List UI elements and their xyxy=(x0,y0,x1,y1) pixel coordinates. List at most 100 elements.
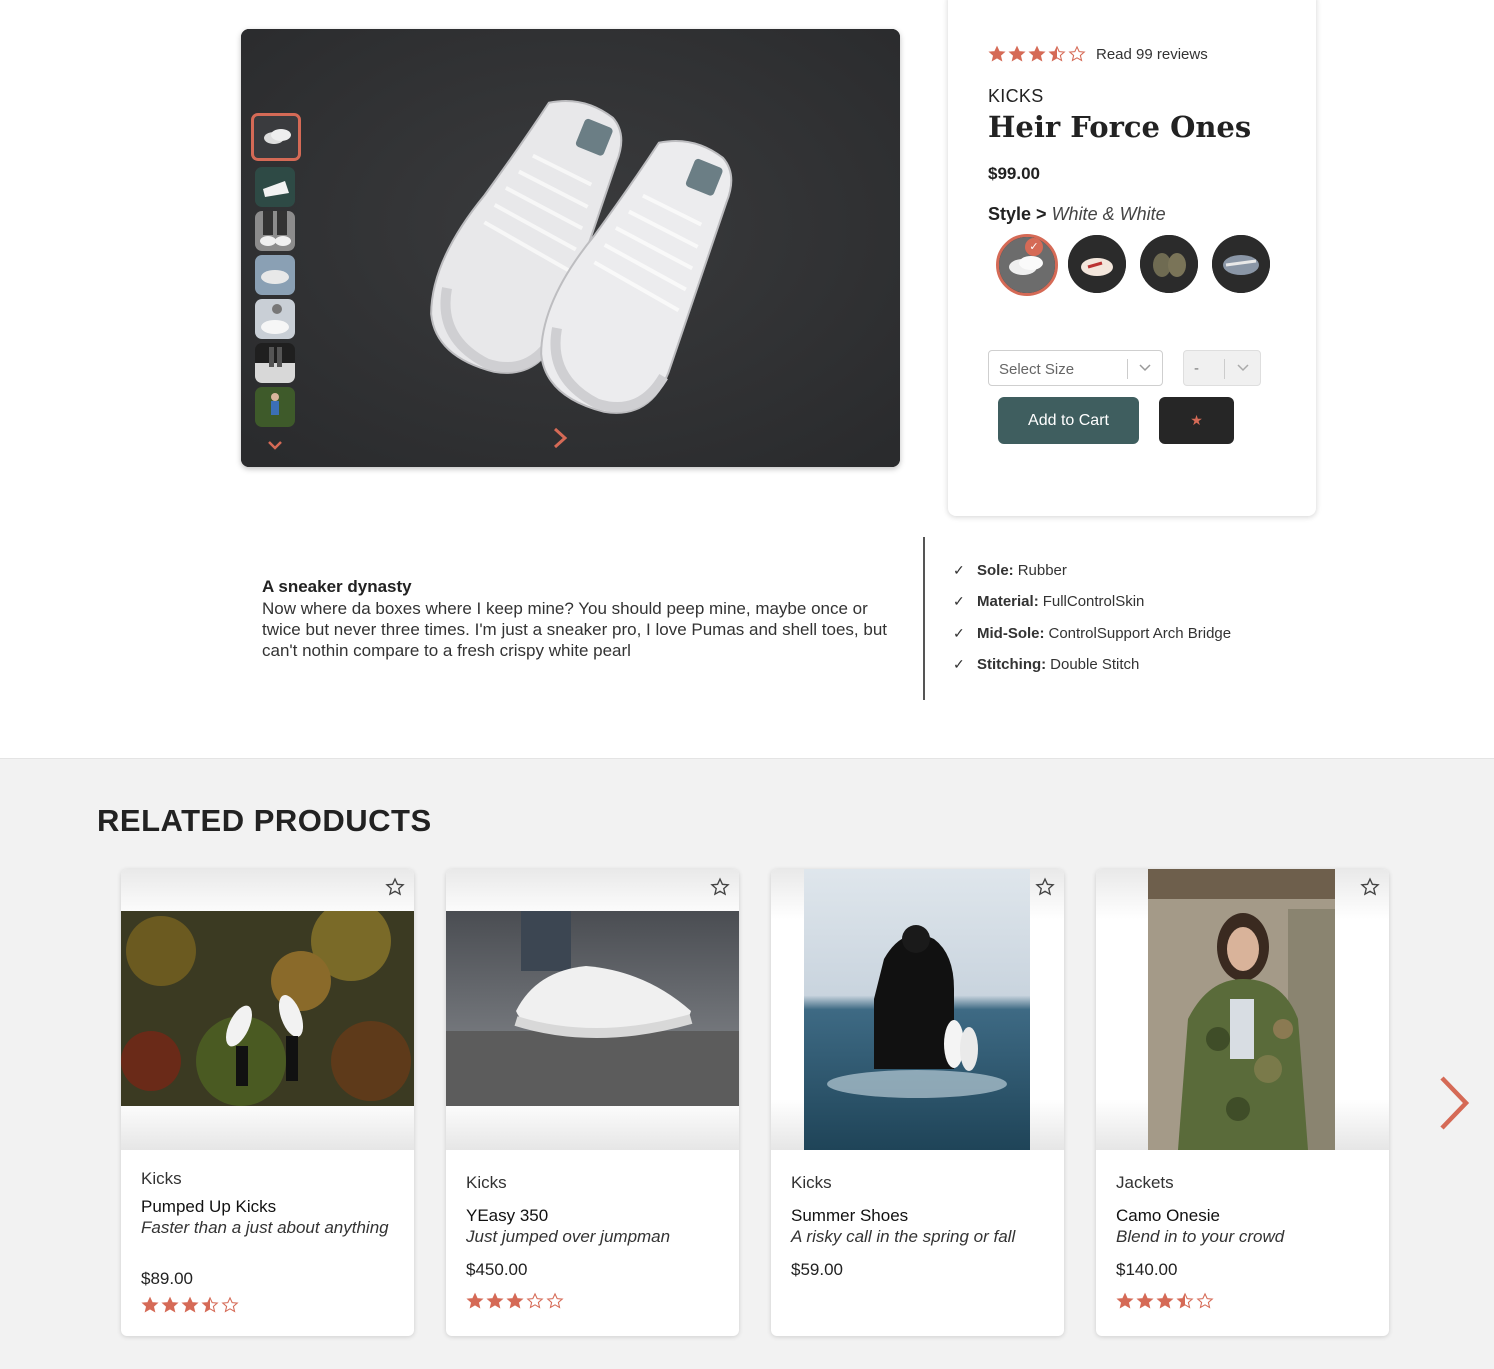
carousel-next-arrow-icon[interactable] xyxy=(1436,1074,1472,1132)
checkmark-icon: ✓ xyxy=(953,625,965,641)
product-rating-stars xyxy=(988,45,1086,63)
card-price: $59.00 xyxy=(791,1260,843,1279)
card-category: Kicks xyxy=(466,1173,507,1192)
star-filled-icon xyxy=(506,1292,524,1309)
star-outline-icon[interactable] xyxy=(385,877,405,897)
related-product-card[interactable]: Kicks Pumped Up Kicks Faster than a just… xyxy=(121,869,414,1336)
card-image-area xyxy=(121,869,414,1150)
card-product-name: Pumped Up Kicks xyxy=(141,1197,277,1216)
card-product-name: Summer Shoes xyxy=(791,1206,909,1225)
style-swatch-camo[interactable] xyxy=(1140,235,1198,293)
read-reviews-link[interactable]: Read 99 reviews xyxy=(1096,46,1208,63)
product-price: $99.00 xyxy=(988,164,1040,183)
style-swatch-red-stripe[interactable] xyxy=(1068,235,1126,293)
chevron-down-icon xyxy=(1237,364,1249,372)
related-product-card[interactable]: Kicks Summer Shoes A risky call in the s… xyxy=(771,869,1064,1336)
thumbnail-2[interactable] xyxy=(255,167,295,207)
card-price: $140.00 xyxy=(1116,1260,1178,1279)
selected-style-name: White & White xyxy=(1051,204,1166,224)
checkmark-icon: ✓ xyxy=(953,656,965,672)
star-half-icon xyxy=(1176,1292,1194,1309)
star-empty-icon xyxy=(526,1292,544,1309)
chevron-down-icon xyxy=(1139,364,1151,372)
chevron-down-icon[interactable] xyxy=(265,436,285,454)
card-rating-stars xyxy=(466,1292,564,1310)
thumbnail-7[interactable] xyxy=(255,387,295,427)
product-image xyxy=(121,911,414,1106)
feature-name: Sole: xyxy=(977,562,1014,579)
select-divider xyxy=(1127,359,1128,379)
star-half-icon xyxy=(1048,45,1066,62)
feature-value: ControlSupport Arch Bridge xyxy=(1048,625,1232,642)
star-filled-icon xyxy=(1156,1292,1174,1309)
card-price: $89.00 xyxy=(141,1269,193,1288)
description-title: A sneaker dynasty xyxy=(262,577,412,596)
feature-item: ✓ Sole: Rubber xyxy=(953,562,1067,579)
star-filled-icon xyxy=(466,1292,484,1309)
quantity-select-label: - xyxy=(1194,360,1199,377)
feature-value: Rubber xyxy=(1017,562,1067,579)
product-image xyxy=(1148,869,1335,1150)
related-product-card[interactable]: Kicks YEasy 350 Just jumped over jumpman… xyxy=(446,869,739,1336)
card-image-area xyxy=(446,869,739,1150)
feature-name: Stitching: xyxy=(977,656,1047,673)
card-price: $450.00 xyxy=(466,1260,528,1279)
size-select[interactable]: Select Size xyxy=(988,350,1163,386)
select-divider xyxy=(1224,359,1225,379)
card-category: Jackets xyxy=(1116,1173,1174,1192)
star-filled-icon xyxy=(486,1292,504,1309)
star-filled-icon xyxy=(988,45,1006,62)
quantity-select[interactable]: - xyxy=(1183,350,1261,386)
product-image xyxy=(804,869,1030,1150)
size-select-label: Select Size xyxy=(999,361,1075,378)
star-filled-icon xyxy=(1008,45,1026,62)
feature-value: FullControlSkin xyxy=(1042,593,1145,610)
related-product-card[interactable]: Jackets Camo Onesie Blend in to your cro… xyxy=(1096,869,1389,1336)
star-empty-icon xyxy=(1196,1292,1214,1309)
main-product-image xyxy=(241,29,900,467)
thumbnail-3[interactable] xyxy=(255,211,295,251)
description-body: Now where da boxes where I keep mine? Yo… xyxy=(262,599,887,660)
feature-name: Material: xyxy=(977,593,1039,610)
selected-check-icon: ✓ xyxy=(1025,238,1043,256)
thumbnail-6[interactable] xyxy=(255,343,295,383)
thumbnail-5[interactable] xyxy=(255,299,295,339)
card-tagline: Just jumped over jumpman xyxy=(466,1227,671,1246)
star-empty-icon xyxy=(546,1292,564,1309)
star-filled-icon xyxy=(1028,45,1046,62)
card-product-name: Camo Onesie xyxy=(1116,1206,1220,1225)
vertical-divider xyxy=(923,537,925,700)
card-tagline: Faster than a just about anything xyxy=(141,1218,389,1237)
product-image-gallery xyxy=(241,29,900,467)
favorite-button[interactable]: ★ xyxy=(1159,397,1234,444)
star-half-icon xyxy=(201,1296,219,1313)
style-selector-label: Style > White & White xyxy=(988,204,1166,225)
star-outline-icon[interactable] xyxy=(1035,877,1055,897)
thumbnail-4[interactable] xyxy=(255,255,295,295)
star-empty-icon xyxy=(221,1296,239,1313)
related-products-title: RELATED PRODUCTS xyxy=(97,803,432,838)
style-swatch-blue[interactable] xyxy=(1212,235,1270,293)
card-rating-stars xyxy=(1116,1292,1214,1310)
feature-name: Mid-Sole: xyxy=(977,625,1045,642)
star-outline-icon[interactable] xyxy=(1360,877,1380,897)
card-tagline: Blend in to your crowd xyxy=(1116,1227,1285,1246)
checkmark-icon: ✓ xyxy=(953,562,965,578)
style-label: Style > xyxy=(988,204,1047,224)
checkmark-icon: ✓ xyxy=(953,593,965,609)
star-empty-icon xyxy=(1068,45,1086,62)
card-category: Kicks xyxy=(791,1173,832,1192)
star-filled-icon xyxy=(1116,1292,1134,1309)
card-tagline: A risky call in the spring or fall xyxy=(791,1227,1016,1246)
feature-item: ✓ Material: FullControlSkin xyxy=(953,593,1144,610)
add-to-cart-button[interactable]: Add to Cart xyxy=(998,397,1139,444)
star-filled-icon xyxy=(141,1296,159,1313)
star-filled-icon xyxy=(181,1296,199,1313)
product-image xyxy=(446,911,739,1106)
product-rating-row: Read 99 reviews xyxy=(988,44,1208,64)
thumbnail-1[interactable] xyxy=(251,113,301,161)
next-image-arrow-icon[interactable] xyxy=(548,425,572,451)
product-title: Heir Force Ones xyxy=(988,110,1252,144)
star-outline-icon[interactable] xyxy=(710,877,730,897)
product-category: KICKS xyxy=(988,86,1044,106)
